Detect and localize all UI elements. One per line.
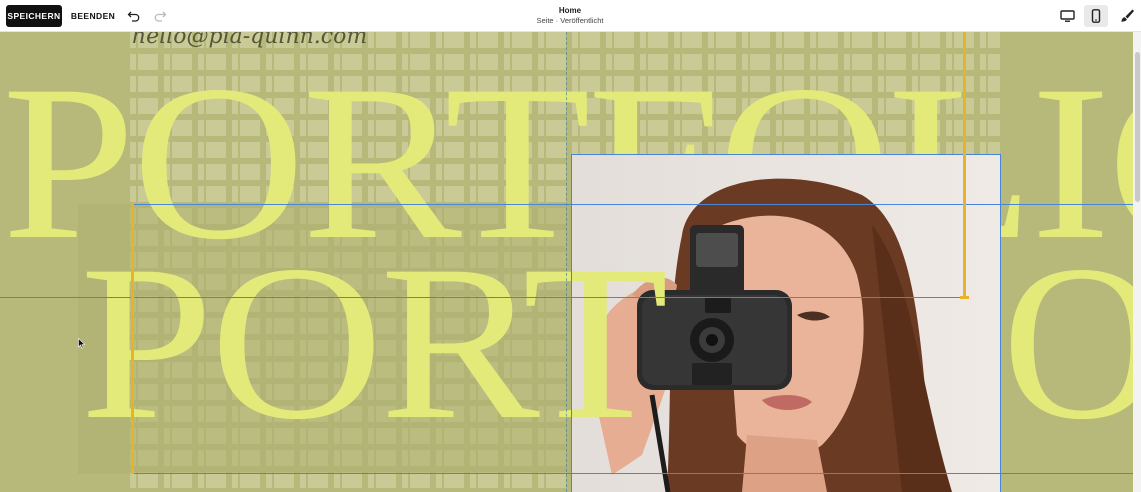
scrollbar-thumb[interactable] <box>1135 52 1140 202</box>
save-button[interactable]: SPEICHERN <box>6 5 62 27</box>
text-selection-outline <box>132 204 1135 474</box>
mobile-device-button[interactable] <box>1084 5 1108 27</box>
spacing-guide-left <box>131 204 134 474</box>
page-title[interactable]: Home <box>470 6 670 15</box>
desktop-icon[interactable] <box>1059 8 1076 24</box>
exit-button[interactable]: BEENDEN <box>69 5 117 27</box>
page-status: Seite · Veröffentlicht <box>536 16 604 25</box>
brush-icon[interactable] <box>1119 8 1135 24</box>
redo-icon[interactable] <box>153 9 167 23</box>
page-canvas[interactable]: hello@pia-quinn.com PORTFOLIO <box>0 32 1141 492</box>
vertical-scrollbar[interactable] <box>1133 32 1141 492</box>
mouse-cursor-icon <box>78 336 86 349</box>
editor-toolbar: SPEICHERN BEENDEN Home Seite · Veröffent… <box>0 0 1141 32</box>
mobile-icon <box>1091 9 1101 23</box>
undo-icon[interactable] <box>127 9 141 23</box>
spacing-guide-right <box>963 32 966 298</box>
spacing-guide-handle[interactable] <box>960 296 969 299</box>
